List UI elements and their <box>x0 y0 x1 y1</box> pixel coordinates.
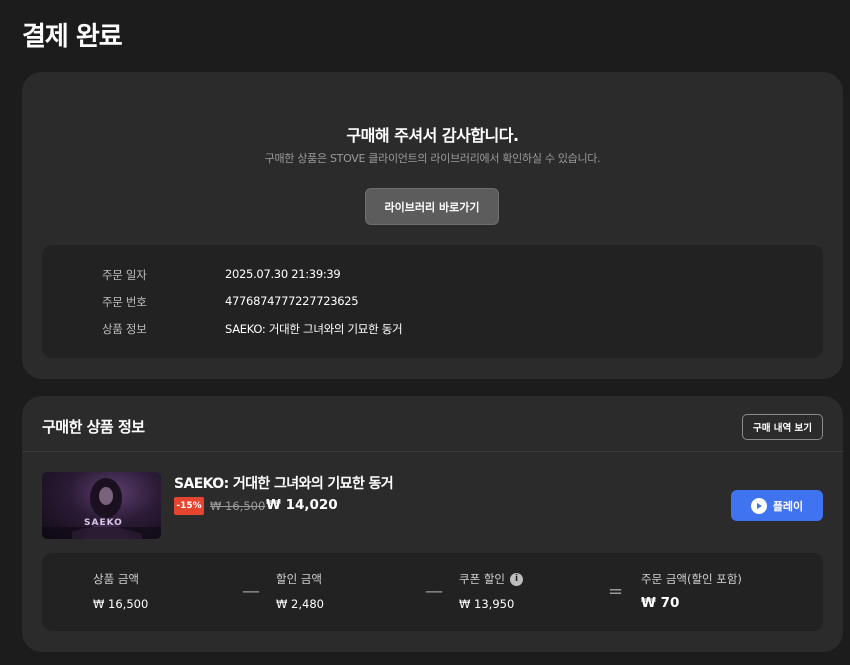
summary-coupon-discount: 쿠폰 할인 i ₩ 13,950 <box>459 571 523 611</box>
play-button[interactable]: 플레이 <box>731 490 823 521</box>
info-icon[interactable]: i <box>509 572 523 586</box>
minus-operator: — <box>242 581 260 602</box>
order-date-value: 2025.07.30 21:39:39 <box>225 267 341 281</box>
purchase-history-button[interactable]: 구매 내역 보기 <box>742 414 823 440</box>
order-product-label: 상품 정보 <box>102 322 147 336</box>
divider <box>22 451 843 452</box>
thanks-subtext: 구매한 상품은 STOVE 클라이언트의 라이브러리에서 확인하실 수 있습니다… <box>264 152 601 165</box>
original-price: ₩ 16,500 <box>210 499 266 513</box>
page-title: 결제 완료 <box>22 22 123 52</box>
discount-badge: -15% <box>174 497 204 515</box>
order-info-box: 주문 일자 2025.07.30 21:39:39 주문 번호 47768747… <box>42 245 823 358</box>
summary-product-amount: 상품 금액 ₩ 16,500 <box>93 571 148 611</box>
sale-price: ₩ 14,020 <box>266 497 338 513</box>
coupon-discount-label-row: 쿠폰 할인 i <box>459 571 523 587</box>
product-name[interactable]: SAEKO: 거대한 그녀와의 기묘한 동거 <box>174 473 394 493</box>
summary-order-amount: 주문 금액(할인 포함) ₩ 70 <box>641 571 742 611</box>
summary-discount-amount: 할인 금액 ₩ 2,480 <box>276 571 324 611</box>
product-amount-value: ₩ 16,500 <box>93 597 149 611</box>
product-thumbnail[interactable]: SAEKO <box>42 472 161 539</box>
order-product-value: SAEKO: 거대한 그녀와의 기묘한 동거 <box>225 322 403 336</box>
price-summary: 상품 금액 ₩ 16,500 — 할인 금액 ₩ 2,480 — 쿠폰 할인 i… <box>42 553 823 631</box>
discount-amount-label: 할인 금액 <box>276 572 322 586</box>
products-heading: 구매한 상품 정보 <box>42 418 145 436</box>
play-button-label: 플레이 <box>772 499 804 513</box>
order-number-value: 4776874777227723625 <box>225 294 359 308</box>
minus-operator: — <box>425 581 443 602</box>
order-amount-value: ₩ 70 <box>641 595 680 611</box>
order-date-label: 주문 일자 <box>102 268 147 282</box>
product-thumbnail-art: SAEKO <box>42 478 161 539</box>
purchased-products-card: 구매한 상품 정보 구매 내역 보기 SAEKO SAEKO: 거대한 그녀와의… <box>22 396 843 652</box>
coupon-discount-label: 쿠폰 할인 <box>459 572 505 586</box>
thumbnail-logo-text: SAEKO <box>84 518 123 528</box>
thanks-heading: 구매해 주셔서 감사합니다. <box>346 126 519 145</box>
equals-operator: = <box>608 581 624 602</box>
payment-complete-card: 구매해 주셔서 감사합니다. 구매한 상품은 STOVE 클라이언트의 라이브러… <box>22 72 843 379</box>
order-amount-label: 주문 금액(할인 포함) <box>641 572 742 586</box>
library-button[interactable]: 라이브러리 바로가기 <box>365 188 499 225</box>
coupon-discount-value: ₩ 13,950 <box>459 597 515 611</box>
play-circle-icon <box>750 497 767 514</box>
order-number-label: 주문 번호 <box>102 295 147 309</box>
product-amount-label: 상품 금액 <box>93 572 139 586</box>
discount-amount-value: ₩ 2,480 <box>276 597 324 611</box>
